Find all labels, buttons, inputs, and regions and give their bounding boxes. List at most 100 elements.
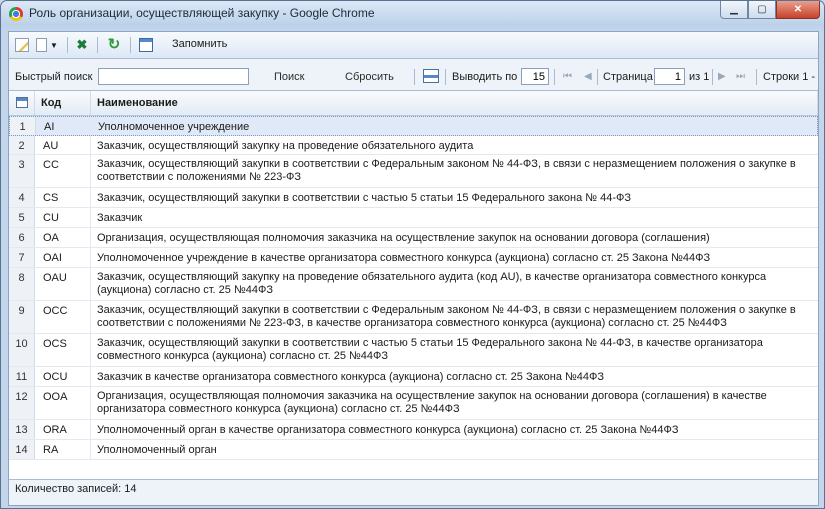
row-name: Заказчик, осуществляющий закупку на пров… [97, 271, 767, 296]
row-name: Уполномоченное учреждение в качестве орг… [97, 252, 711, 264]
row-name: Заказчик [97, 212, 143, 224]
row-number: 10 [9, 334, 35, 366]
table-row[interactable]: 6 OA Организация, осуществляющая полномочи… [9, 228, 818, 248]
row-number: 3 [9, 155, 35, 187]
record-count: Количество записей: 14 [15, 483, 137, 495]
row-name: Уполномоченный орган в качестве организа… [97, 424, 679, 436]
row-code: OOA [35, 387, 91, 419]
page-content: ▼ ✖ ↻ Запомнить Быстрый поиск Поиск Сбро… [8, 31, 819, 506]
row-code: ORA [35, 420, 91, 439]
toolbar-divider [712, 69, 713, 85]
toolbar: ▼ ✖ ↻ Запомнить [9, 32, 818, 59]
row-code: OAI [35, 248, 91, 267]
new-button[interactable]: ▼ [33, 36, 61, 54]
table-row[interactable]: 3 CC Заказчик, осуществляющий закупки в со… [9, 155, 818, 188]
window-title: Роль организации, осуществляющей закупку… [29, 6, 375, 20]
table-row[interactable]: 1 AI Уполномоченное учреждение [9, 116, 818, 136]
reset-button[interactable]: Сбросить [345, 71, 394, 83]
row-code: CC [35, 155, 91, 187]
last-page-icon[interactable]: ⏭ [736, 71, 745, 82]
remember-button[interactable]: Запомнить [172, 38, 227, 50]
row-number: 1 [10, 117, 36, 135]
next-page-icon[interactable]: ▶ [718, 71, 726, 82]
table-row[interactable]: 7 OAI Уполномоченное учреждение в качестве… [9, 248, 818, 268]
row-name: Заказчик, осуществляющий закупки в соотв… [97, 192, 632, 204]
row-name: Уполномоченный орган [97, 444, 217, 456]
search-bar: Быстрый поиск Поиск Сбросить Выводить по… [9, 66, 818, 88]
quick-search-input[interactable] [98, 68, 249, 85]
row-code: OAU [35, 268, 91, 300]
chrome-icon [9, 7, 23, 21]
export-excel-button[interactable]: ✖ [73, 36, 91, 54]
row-name: Заказчик в качестве организатора совмест… [97, 371, 605, 383]
row-number: 9 [9, 301, 35, 333]
row-number: 5 [9, 208, 35, 227]
row-name: Организация, осуществляющая полномочия з… [97, 232, 710, 244]
table-icon [139, 38, 153, 52]
row-code: RA [35, 440, 91, 459]
table-row[interactable]: 12 OOA Организация, осуществляющая полномо… [9, 387, 818, 420]
row-number: 11 [9, 367, 35, 386]
row-number: 4 [9, 188, 35, 207]
toolbar-divider [597, 69, 598, 85]
row-code: AI [36, 117, 92, 135]
toolbar-divider [67, 37, 68, 53]
toolbar-divider [130, 37, 131, 53]
row-name: Уполномоченное учреждение [98, 121, 250, 133]
table-row[interactable]: 11 OCU Заказчик в качестве организатора со… [9, 367, 818, 387]
row-number: 13 [9, 420, 35, 439]
row-number-header[interactable] [9, 91, 35, 115]
toolbar-divider [97, 37, 98, 53]
page-total: из 1 [689, 71, 710, 83]
row-name: Заказчик, осуществляющий закупку на пров… [97, 140, 474, 152]
refresh-icon: ↻ [107, 36, 121, 53]
name-column-header[interactable]: Наименование [91, 91, 818, 115]
close-button[interactable]: ✕ [776, 1, 820, 19]
table-row[interactable]: 5 CU Заказчик [9, 208, 818, 228]
row-code: CS [35, 188, 91, 207]
row-name: Заказчик, осуществляющий закупки в соотв… [97, 337, 763, 362]
table-row[interactable]: 14 RA Уполномоченный орган [9, 440, 818, 460]
row-number: 14 [9, 440, 35, 459]
page-size-input[interactable] [521, 68, 549, 85]
page-number-input[interactable] [654, 68, 685, 85]
maximize-button[interactable]: ▢ [748, 1, 776, 19]
row-number: 7 [9, 248, 35, 267]
row-code: OA [35, 228, 91, 247]
row-number: 2 [9, 136, 35, 154]
row-code: AU [35, 136, 91, 154]
toolbar-divider [756, 69, 757, 85]
row-number: 12 [9, 387, 35, 419]
row-name: Заказчик, осуществляющий закупки в соотв… [97, 304, 796, 329]
row-code: OCU [35, 367, 91, 386]
table-row[interactable]: 2 AU Заказчик, осуществляющий закупку на п… [9, 136, 818, 155]
column-filter-icon[interactable] [423, 69, 439, 83]
row-name: Организация, осуществляющая полномочия з… [97, 390, 767, 415]
prev-page-icon[interactable]: ◀ [584, 71, 592, 82]
table-row[interactable]: 8 OAU Заказчик, осуществляющий закупку на … [9, 268, 818, 301]
search-button[interactable]: Поиск [274, 71, 304, 83]
column-settings-button[interactable] [137, 36, 155, 54]
row-code: OCC [35, 301, 91, 333]
chevron-down-icon: ▼ [50, 40, 58, 50]
minimize-button[interactable]: ▁ [720, 1, 748, 19]
rows-range-label: Строки 1 - [763, 71, 816, 83]
edit-button[interactable] [13, 36, 31, 54]
title-bar[interactable]: Роль организации, осуществляющей закупку… [1, 1, 824, 27]
table-row[interactable]: 4 CS Заказчик, осуществляющий закупки в со… [9, 188, 818, 208]
data-grid: Код Наименование 1 AI Уполномоченное учреж… [9, 90, 818, 480]
toolbar-divider [445, 69, 446, 85]
refresh-button[interactable]: ↻ [105, 36, 123, 54]
table-row[interactable]: 9 OCC Заказчик, осуществляющий закупки в с… [9, 301, 818, 334]
window-controls: ▁ ▢ ✕ [720, 1, 820, 19]
row-name: Заказчик, осуществляющий закупки в соотв… [97, 158, 796, 183]
row-number: 8 [9, 268, 35, 300]
code-column-header[interactable]: Код [35, 91, 91, 115]
calendar-icon [16, 97, 28, 108]
toolbar-divider [414, 69, 415, 85]
table-row[interactable]: 10 OCS Заказчик, осуществляющий закупки в … [9, 334, 818, 367]
table-row[interactable]: 13 ORA Уполномоченный орган в качестве орг… [9, 420, 818, 440]
row-number: 6 [9, 228, 35, 247]
first-page-icon[interactable]: ⏮ [563, 71, 572, 82]
excel-icon: ✖ [76, 37, 88, 52]
